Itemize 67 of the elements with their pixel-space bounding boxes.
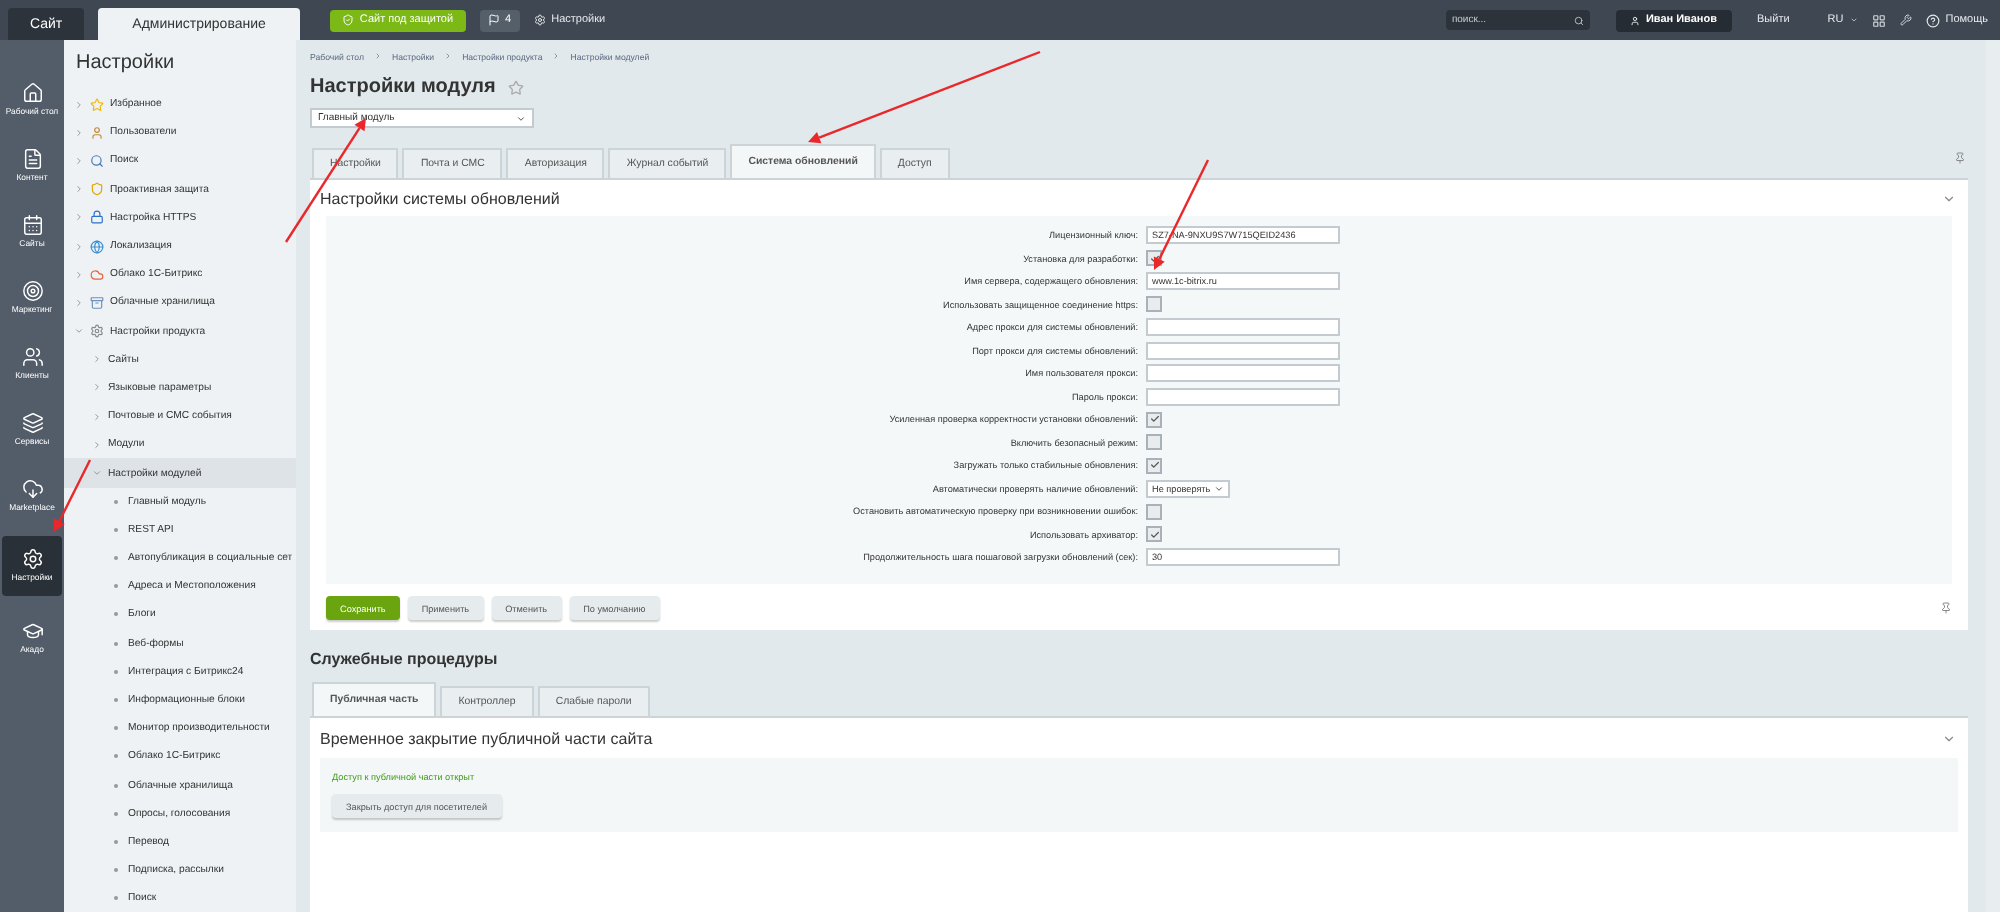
calendar-icon — [21, 213, 43, 236]
caret-right-icon — [92, 354, 102, 365]
stack-icon — [21, 411, 43, 434]
target-icon — [21, 279, 43, 302]
help-icon — [1925, 13, 1940, 27]
cloud-download-icon — [21, 477, 43, 500]
graduation-cap-icon — [21, 619, 43, 642]
page-title: Настройки модуля — [310, 76, 496, 98]
star-icon[interactable] — [507, 79, 524, 95]
caret-right-icon — [92, 439, 102, 450]
checkbox[interactable] — [1146, 503, 1162, 519]
user-icon — [90, 125, 104, 140]
scrollbar[interactable] — [1986, 40, 2000, 912]
users-icon — [21, 345, 43, 368]
checkbox[interactable] — [1146, 457, 1162, 473]
card-title: Настройки системы обновлений — [320, 189, 560, 207]
pin-icon[interactable] — [1954, 152, 1966, 164]
caret-down-icon — [92, 468, 102, 479]
gear-icon — [90, 324, 104, 339]
grid-icon[interactable] — [1871, 13, 1886, 27]
gear-icon — [533, 14, 546, 26]
caret-right-icon — [74, 297, 84, 308]
pin-icon[interactable] — [1940, 602, 1952, 614]
house-icon — [21, 81, 43, 104]
shield-icon — [341, 14, 354, 26]
section-title: Служебные процедуры — [310, 650, 500, 668]
check-icon — [1149, 529, 1159, 539]
caret-right-icon — [92, 382, 102, 393]
caret-right-icon — [92, 411, 102, 422]
card-title: Временное закрытие публичной части сайта — [320, 729, 653, 747]
caret-right-icon — [74, 241, 84, 252]
cloud-icon — [90, 267, 104, 282]
wrench-icon[interactable] — [1899, 14, 1912, 26]
lock-icon — [90, 210, 104, 225]
search-icon — [1573, 15, 1584, 25]
caret-right-icon — [74, 99, 84, 110]
checkbox[interactable] — [1146, 526, 1162, 542]
star-icon — [90, 97, 104, 112]
shield-icon — [90, 182, 104, 197]
flag-icon — [487, 14, 500, 26]
text-field[interactable] — [1146, 387, 1340, 405]
caret-right-icon — [74, 184, 84, 195]
search-icon — [90, 153, 104, 168]
check-icon — [1149, 414, 1159, 424]
text-field[interactable] — [1146, 364, 1340, 382]
text-field[interactable] — [1146, 341, 1340, 359]
user-icon — [1629, 15, 1640, 25]
checkbox[interactable] — [1146, 411, 1162, 427]
annotation-arrow — [54, 459, 92, 532]
archive-icon — [90, 295, 104, 310]
collapse-icon[interactable] — [1942, 731, 1956, 745]
checkbox[interactable] — [1146, 434, 1162, 450]
caret-down-icon — [74, 326, 84, 337]
globe-icon — [90, 239, 104, 254]
caret-right-icon — [74, 155, 84, 166]
caret-right-icon — [74, 269, 84, 280]
text-field[interactable] — [1146, 318, 1340, 336]
caret-icon — [1214, 483, 1224, 493]
sidebar-title: Настройки — [74, 52, 177, 78]
caret-right-icon — [74, 127, 84, 138]
document-icon — [21, 147, 43, 170]
caret-icon — [516, 113, 526, 123]
gear-icon — [21, 548, 43, 571]
checkbox[interactable] — [1146, 296, 1162, 312]
check-icon — [1149, 460, 1159, 470]
caret-right-icon — [74, 212, 84, 223]
collapse-icon[interactable] — [1942, 191, 1956, 205]
